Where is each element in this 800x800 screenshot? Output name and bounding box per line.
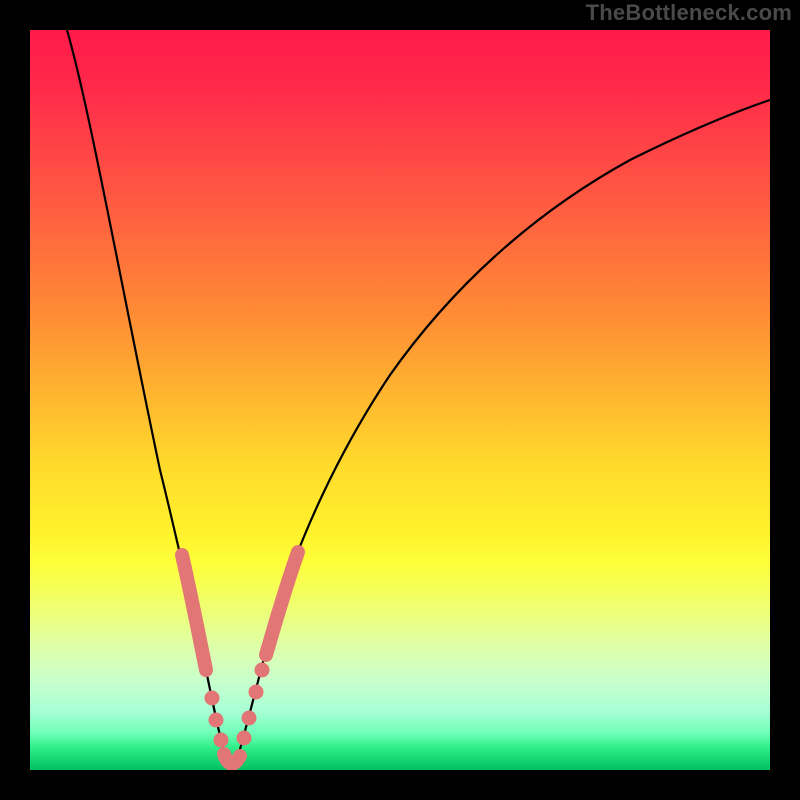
marker-dot — [249, 685, 263, 699]
plot-area — [30, 30, 770, 770]
marker-dot — [205, 691, 219, 705]
marker-segment-right — [266, 552, 298, 655]
chart-frame: TheBottleneck.com — [0, 0, 800, 800]
bottleneck-curve — [67, 30, 770, 766]
marker-dot — [237, 731, 251, 745]
marker-dot — [209, 713, 223, 727]
marker-group — [182, 552, 298, 764]
marker-segment-bottom — [224, 754, 240, 764]
marker-dot — [255, 663, 269, 677]
marker-segment-left — [182, 555, 206, 670]
marker-dot — [214, 733, 228, 747]
watermark-text: TheBottleneck.com — [586, 2, 792, 24]
marker-dot — [242, 711, 256, 725]
curve-layer — [30, 30, 770, 770]
